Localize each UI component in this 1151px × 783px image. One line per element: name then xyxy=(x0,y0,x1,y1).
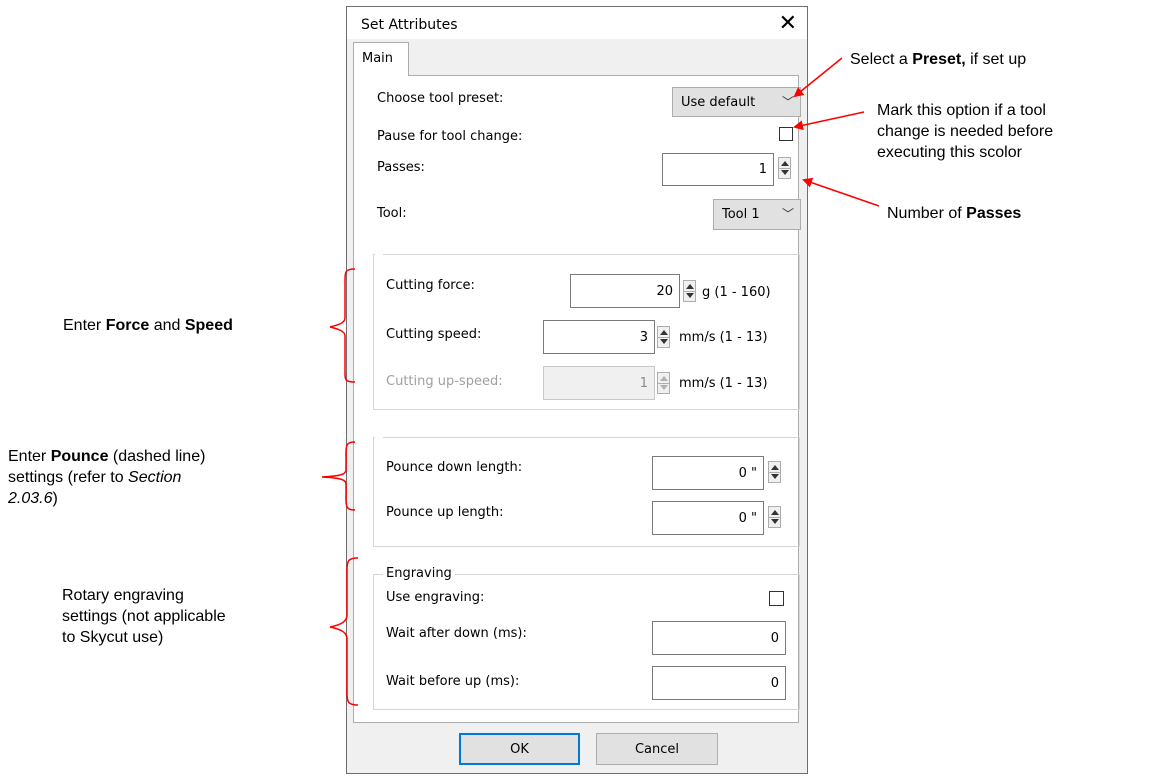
engraving-annotation-line3: to Skycut use) xyxy=(62,629,164,646)
preset-annotation: Select a Preset, if set up xyxy=(850,51,1027,68)
engraving-annotation: Rotary engraving settings (not applicabl… xyxy=(62,585,226,648)
pounce-annotation: Enter Pounce (dashed line) settings (ref… xyxy=(8,448,206,507)
passes-annotation: Number of Passes xyxy=(887,205,1022,222)
force-speed-bracket xyxy=(329,268,356,383)
pounce-bracket xyxy=(321,441,356,511)
force-speed-annotation: Enter Force and Speed xyxy=(63,317,233,334)
pause-annotation-line1: Mark this option if a tool xyxy=(877,102,1046,119)
engraving-annotation-line2: settings (not applicable xyxy=(62,608,226,625)
engraving-annotation-line1: Rotary engraving xyxy=(62,587,184,604)
pause-arrow xyxy=(793,111,865,131)
passes-arrow xyxy=(802,177,880,207)
pause-annotation: Mark this option if a tool change is nee… xyxy=(877,100,1053,163)
pause-annotation-line2: change is needed before xyxy=(877,123,1054,140)
pause-annotation-line3: executing this scolor xyxy=(877,144,1022,161)
engraving-bracket xyxy=(329,557,359,706)
preset-arrow xyxy=(793,57,843,98)
